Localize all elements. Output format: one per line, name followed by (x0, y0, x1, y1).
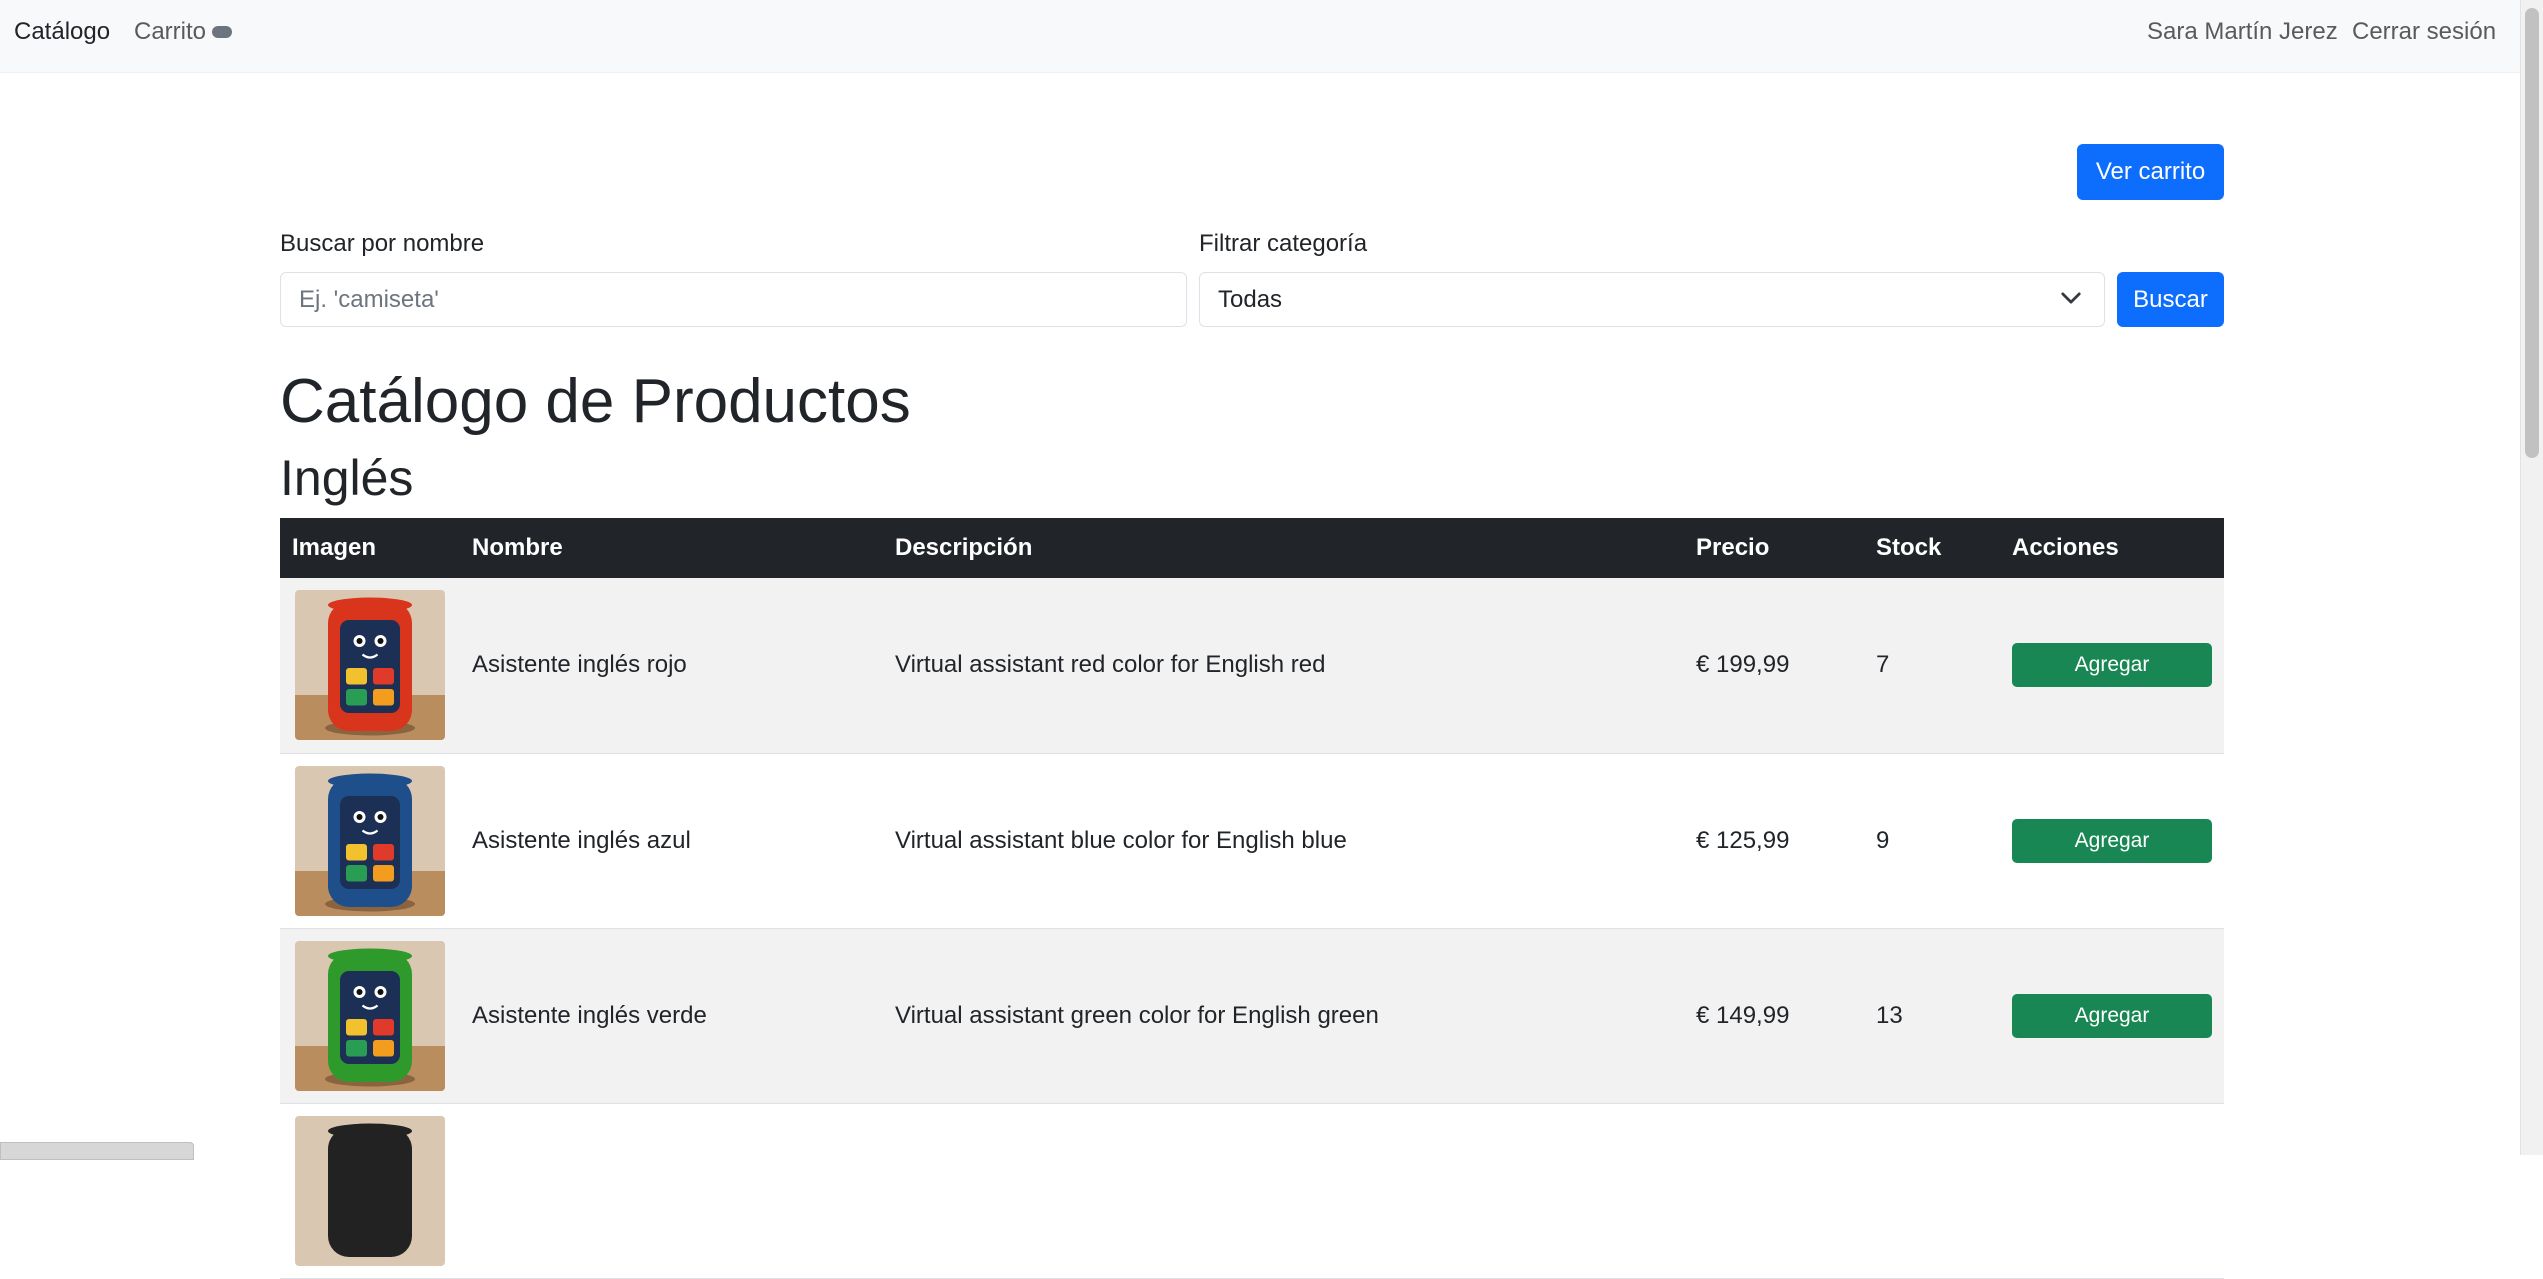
nav-user-name[interactable]: Sara Martín Jerez (2147, 18, 2338, 46)
add-to-cart-button[interactable]: Agregar (2012, 818, 2212, 863)
search-submit-button[interactable]: Buscar (2117, 272, 2224, 327)
product-price: € 199,99 (1684, 578, 1864, 754)
product-image (295, 1115, 445, 1266)
table-row: Asistente inglés azul Virtual assistant … (280, 753, 2224, 929)
product-description: Virtual assistant green color for Englis… (883, 928, 1684, 1104)
column-header-stock: Stock (1864, 518, 2000, 578)
product-name: Asistente inglés rojo (460, 578, 883, 754)
category-filter-select[interactable]: Todas (1199, 272, 2105, 327)
table-row: Asistente inglés rojo Virtual assistant … (280, 578, 2224, 754)
product-stock: 7 (1864, 578, 2000, 754)
page-title: Catálogo de Productos (280, 367, 911, 436)
column-header-image: Imagen (280, 518, 460, 578)
category-heading: Inglés (280, 450, 414, 506)
product-price (1684, 1103, 1864, 1279)
product-image (295, 590, 445, 741)
category-filter-label: Filtrar categoría (1199, 230, 1368, 257)
product-price: € 125,99 (1684, 753, 1864, 929)
search-name-input[interactable] (280, 272, 1187, 327)
column-header-actions: Acciones (2000, 518, 2224, 578)
product-description: Virtual assistant red color for English … (883, 578, 1684, 754)
browser-status-bar (0, 1142, 194, 1160)
product-image-cell (280, 1103, 460, 1279)
page-scrollbar[interactable] (2520, 0, 2543, 1155)
add-to-cart-button[interactable]: Agregar (2012, 993, 2212, 1038)
product-actions-cell: Agregar (2000, 928, 2224, 1104)
top-navbar: Catálogo Carrito Sara Martín Jerez Cerra… (0, 0, 2521, 73)
product-name: Asistente inglés azul (460, 753, 883, 929)
search-name-label: Buscar por nombre (280, 230, 485, 257)
product-stock: 13 (1864, 928, 2000, 1104)
column-header-description: Descripción (883, 518, 1684, 578)
product-image-cell (280, 753, 460, 929)
product-image (295, 940, 445, 1091)
product-image-cell (280, 578, 460, 754)
chevron-down-icon (2061, 292, 2081, 304)
view-cart-button[interactable]: Ver carrito (2077, 144, 2224, 200)
product-image (295, 765, 445, 916)
product-price: € 149,99 (1684, 928, 1864, 1104)
product-stock: 9 (1864, 753, 2000, 929)
nav-brand-catalog[interactable]: Catálogo (14, 18, 110, 46)
cart-count-badge (212, 25, 233, 38)
product-stock (1864, 1103, 2000, 1279)
product-description: Virtual assistant blue color for English… (883, 753, 1684, 929)
table-header-row: Imagen Nombre Descripción Precio Stock A… (280, 518, 2224, 578)
nav-logout-link[interactable]: Cerrar sesión (2352, 18, 2496, 46)
product-actions-cell: Agregar (2000, 753, 2224, 929)
column-header-name: Nombre (460, 518, 883, 578)
table-row: Asistente inglés verde Virtual assistant… (280, 928, 2224, 1104)
product-actions-cell (2000, 1103, 2224, 1279)
scrollbar-thumb[interactable] (2525, 8, 2539, 458)
nav-link-cart[interactable]: Carrito (134, 18, 233, 46)
nav-cart-label: Carrito (134, 18, 207, 45)
products-table: Imagen Nombre Descripción Precio Stock A… (280, 518, 2224, 1279)
product-name (460, 1103, 883, 1279)
column-header-price: Precio (1684, 518, 1864, 578)
product-actions-cell: Agregar (2000, 578, 2224, 754)
table-row (280, 1103, 2224, 1279)
add-to-cart-button[interactable]: Agregar (2012, 643, 2212, 688)
product-description (883, 1103, 1684, 1279)
product-name: Asistente inglés verde (460, 928, 883, 1104)
product-image-cell (280, 928, 460, 1104)
category-selected-value: Todas (1218, 286, 1283, 313)
